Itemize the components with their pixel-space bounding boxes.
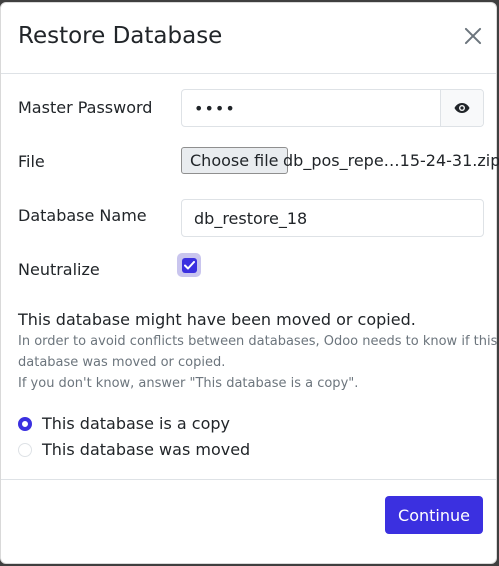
close-icon[interactable] (460, 23, 486, 49)
selected-file-name: db_pos_repe…15-24-31.zip (283, 151, 499, 170)
database-name-label: Database Name (18, 206, 147, 225)
info-text-line-3: If you don't know, answer "This database… (18, 376, 359, 391)
option-moved[interactable]: This database was moved (18, 440, 250, 459)
dialog-header: Restore Database (1, 3, 496, 74)
info-text-line-2: database was moved or copied. (18, 355, 226, 370)
file-label: File (18, 152, 45, 171)
eye-icon (454, 103, 470, 113)
info-text-line-1: In order to avoid conflicts between data… (18, 334, 498, 349)
master-password-field[interactable] (182, 90, 440, 126)
master-password-group (181, 89, 484, 127)
database-name-field[interactable] (181, 199, 484, 237)
option-copy-label: This database is a copy (42, 414, 231, 433)
option-copy[interactable]: This database is a copy (18, 414, 230, 433)
neutralize-label: Neutralize (18, 260, 100, 279)
choose-file-button[interactable]: Choose file (181, 147, 288, 174)
dialog-title: Restore Database (18, 23, 223, 49)
option-moved-label: This database was moved (42, 440, 251, 459)
radio-copy[interactable] (18, 416, 32, 431)
continue-button[interactable]: Continue (385, 496, 483, 534)
checkmark-icon (183, 260, 195, 269)
dialog-footer-divider (1, 479, 496, 480)
radio-moved[interactable] (18, 442, 32, 457)
master-password-label: Master Password (18, 98, 153, 117)
restore-database-dialog: Restore Database Master Password File Ch… (0, 2, 499, 564)
info-heading: This database might have been moved or c… (18, 310, 416, 329)
checkbox-box (181, 257, 197, 273)
neutralize-checkbox[interactable] (177, 253, 201, 277)
show-password-button[interactable] (440, 90, 483, 126)
